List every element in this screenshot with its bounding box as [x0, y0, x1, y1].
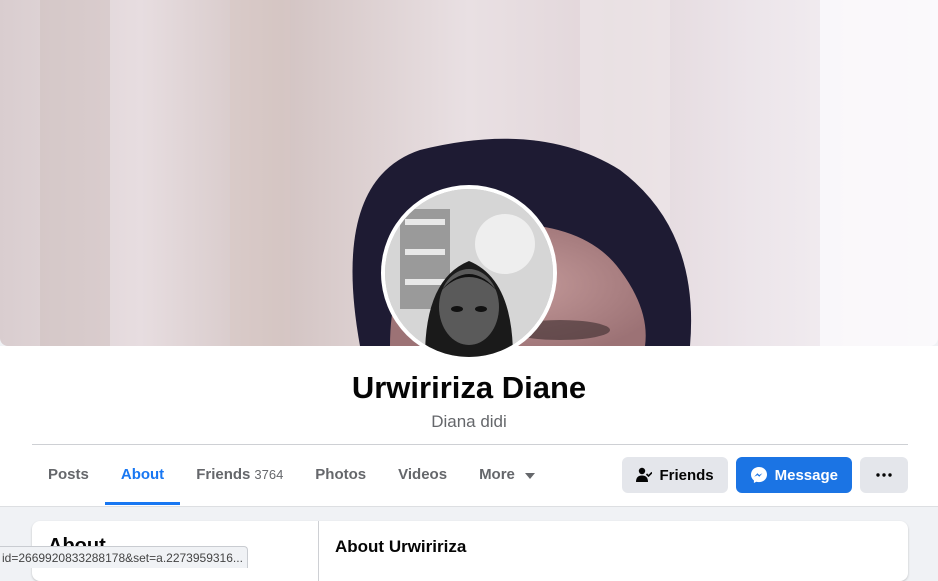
- tab-videos[interactable]: Videos: [382, 445, 463, 505]
- tab-label: About: [120, 466, 165, 483]
- avatar[interactable]: [381, 185, 557, 361]
- ellipsis-icon: [876, 473, 892, 477]
- tab-friends[interactable]: Friends 3764: [180, 445, 299, 505]
- profile-nickname: Diana didi: [431, 412, 507, 431]
- friends-button-label: Friends: [659, 466, 714, 484]
- profile-actions: Friends Message: [622, 457, 908, 493]
- tab-label: More: [479, 466, 515, 483]
- tab-label: Videos: [398, 466, 448, 483]
- tab-photos[interactable]: Photos: [299, 445, 382, 505]
- status-bar-url: id=2669920833288178&set=a.2273959316...: [0, 546, 248, 568]
- message-button-label: Message: [774, 466, 838, 484]
- message-button[interactable]: Message: [735, 457, 852, 493]
- friend-check-icon: [636, 467, 653, 482]
- tab-more[interactable]: More: [463, 445, 551, 505]
- tab-label: Friends: [196, 466, 251, 483]
- friends-count: 3764: [254, 467, 284, 482]
- tab-about[interactable]: About: [104, 445, 181, 505]
- tab-label: Posts: [48, 466, 89, 483]
- about-section-title: About Urwiririza: [335, 537, 467, 556]
- about-card-divider: [318, 521, 319, 581]
- profile-tabs: Posts About Friends 3764 Photos Videos Mo…: [32, 445, 551, 505]
- tab-posts[interactable]: Posts: [32, 445, 105, 505]
- caret-down-icon: [525, 445, 536, 505]
- more-options-button[interactable]: [860, 457, 908, 493]
- messenger-icon: [750, 467, 767, 483]
- tab-label: Photos: [315, 466, 367, 483]
- profile-picture: [385, 189, 553, 357]
- profile-name: Urwiririza Diane: [351, 370, 587, 405]
- friends-button[interactable]: Friends: [622, 457, 728, 493]
